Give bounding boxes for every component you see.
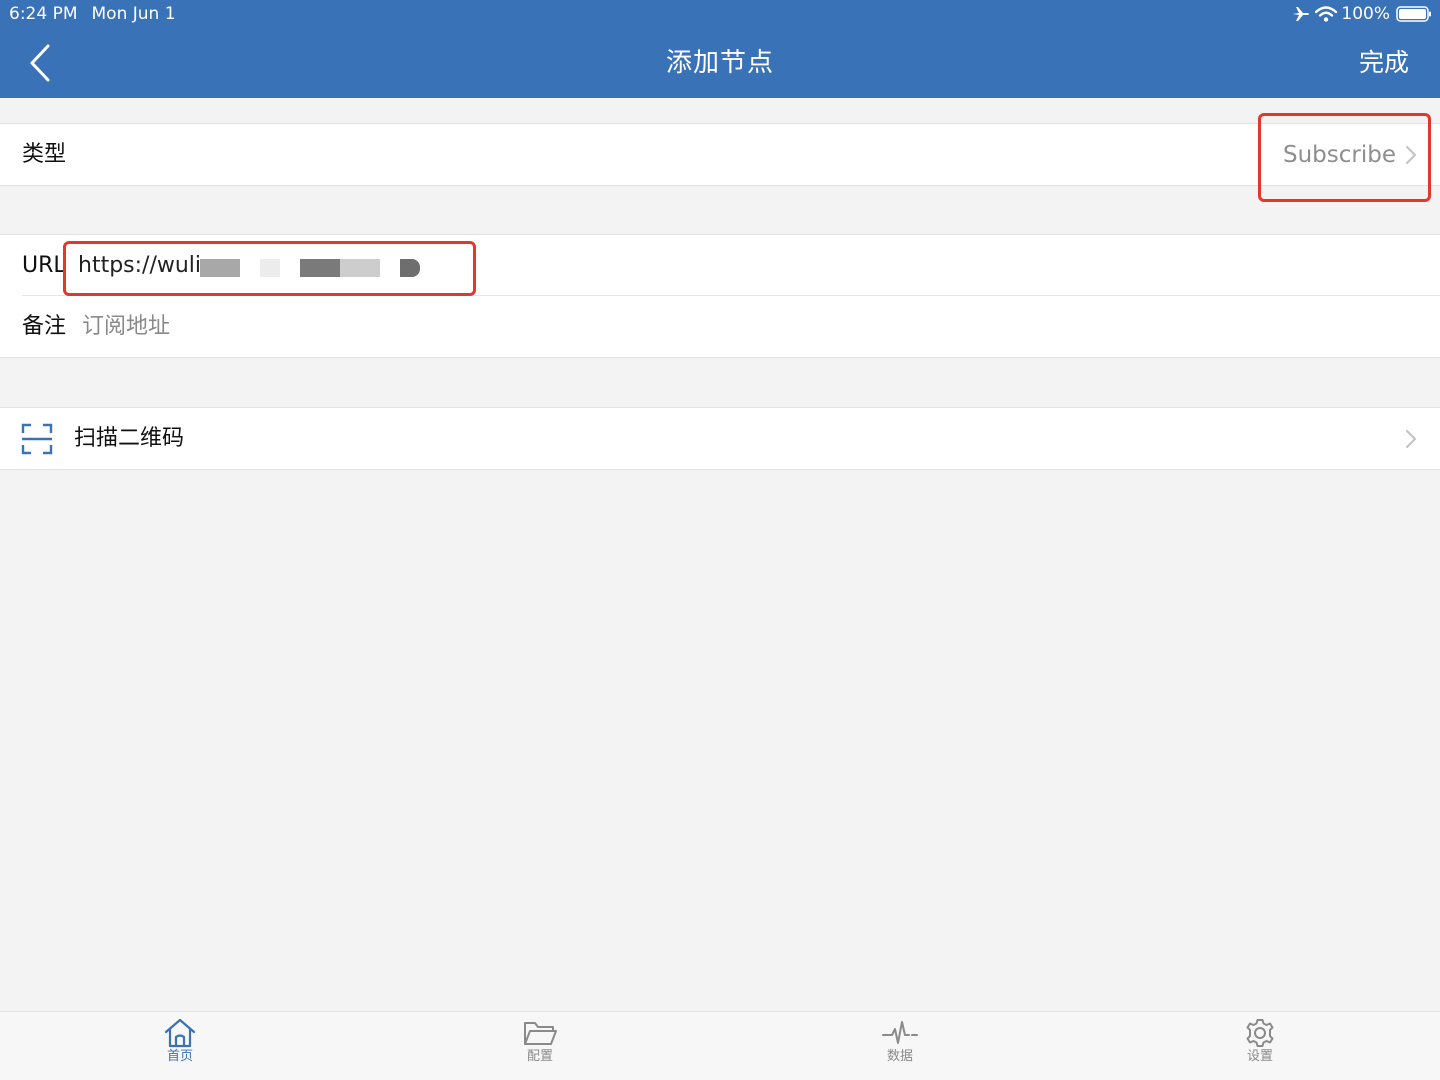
done-button[interactable]: 完成 <box>1359 45 1409 81</box>
highlight-box-type <box>1258 113 1431 202</box>
navigation-bar: 6:24 PM Mon Jun 1 100% 添加节点 完成 <box>0 0 1440 98</box>
status-bar-left: 6:24 PM Mon Jun 1 <box>9 3 176 25</box>
folder-icon <box>524 1022 557 1045</box>
gear-icon <box>1246 1019 1274 1047</box>
scan-qr-row[interactable]: 扫描二维码 <box>0 408 1440 469</box>
home-icon <box>164 1018 196 1048</box>
tab-label: 首页 <box>166 1049 193 1064</box>
scan-qr-label: 扫描二维码 <box>74 425 185 451</box>
url-label: URL <box>22 252 66 278</box>
battery-icon <box>1396 6 1431 22</box>
page-title: 添加节点 <box>665 48 774 78</box>
status-time: 6:24 PM <box>9 4 78 24</box>
tab-data[interactable]: 数据 <box>860 1018 940 1065</box>
scan-qr-icon <box>21 423 53 454</box>
tab-label: 数据 <box>886 1049 913 1064</box>
note-label: 备注 <box>22 313 67 339</box>
type-row[interactable]: 类型 Subscribe <box>0 124 1440 185</box>
battery-percentage: 100% <box>1341 4 1390 24</box>
note-field[interactable] <box>82 314 482 339</box>
status-date: Mon Jun 1 <box>91 4 176 24</box>
tab-bar: 首页 配置 数据 设置 <box>0 1011 1440 1080</box>
type-label: 类型 <box>22 141 67 167</box>
note-row: 备注 <box>0 295 1440 357</box>
tab-config[interactable]: 配置 <box>500 1018 580 1065</box>
airplane-icon <box>1293 7 1310 21</box>
highlight-box-url <box>63 241 476 296</box>
chevron-right-icon <box>1405 429 1417 448</box>
activity-icon <box>882 1021 918 1044</box>
scan-section: 扫描二维码 <box>0 407 1440 470</box>
tab-label: 设置 <box>1246 1049 1273 1064</box>
type-section: 类型 Subscribe <box>0 123 1440 186</box>
wifi-icon <box>1315 6 1338 22</box>
status-bar-right: 100% <box>1292 3 1432 25</box>
tab-settings[interactable]: 设置 <box>1220 1018 1300 1065</box>
tab-label: 配置 <box>526 1049 553 1064</box>
tab-home[interactable]: 首页 <box>140 1018 220 1065</box>
